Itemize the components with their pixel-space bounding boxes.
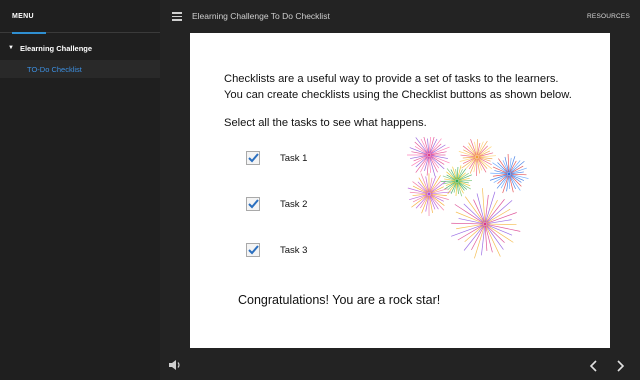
- checkmark-icon: [247, 199, 259, 209]
- instruction-text: Select all the tasks to see what happens…: [224, 117, 427, 129]
- firework-burst: [440, 165, 473, 197]
- caret-down-icon: ▼: [8, 45, 14, 51]
- intro-line-1: Checklists are a useful way to provide a…: [224, 73, 559, 85]
- intro-line-2: You can create checklists using the Chec…: [224, 89, 572, 101]
- task-label: Task 1: [280, 152, 308, 164]
- checkmark-icon: [247, 153, 259, 163]
- main-area: Elearning Challenge To Do Checklist RESO…: [160, 0, 640, 380]
- sidebar-section-label: Elearning Challenge: [19, 43, 93, 53]
- congratulations-message: Congratulations! You are a rock star!: [238, 293, 441, 307]
- firework-burst: [451, 188, 521, 259]
- task-label: Task 3: [280, 244, 308, 256]
- resources-button[interactable]: RESOURCES: [587, 13, 630, 20]
- task-1-checkbox-row[interactable]: Task 1: [246, 151, 307, 165]
- task-2-checkbox-row[interactable]: Task 2: [246, 197, 307, 211]
- menu-label: MENU: [12, 12, 34, 20]
- checkmark-icon: [247, 245, 259, 255]
- firework-burst: [407, 173, 451, 217]
- sidebar-section-elearning-challenge[interactable]: ▼ Elearning Challenge: [0, 40, 160, 56]
- firework-burst: [407, 137, 450, 177]
- task-3-checkbox-row[interactable]: Task 3: [246, 243, 307, 257]
- intro-text: Checklists are a useful way to provide a…: [224, 71, 604, 103]
- firework-burst: [489, 154, 529, 194]
- menu-header: MENU: [0, 0, 160, 33]
- sidebar-item-label: TO-Do Checklist: [27, 64, 82, 74]
- sidebar-item-todo-checklist[interactable]: TO-Do Checklist: [0, 60, 160, 78]
- task-label: Task 2: [280, 198, 308, 210]
- volume-icon[interactable]: [168, 359, 182, 371]
- course-title: Elearning Challenge To Do Checklist: [192, 11, 330, 21]
- chevron-right-icon[interactable]: [614, 360, 626, 372]
- bottom-bar: [160, 352, 640, 380]
- chevron-left-icon[interactable]: [588, 360, 600, 372]
- checkbox-checked[interactable]: [246, 197, 260, 211]
- slide-canvas: Checklists are a useful way to provide a…: [190, 33, 610, 348]
- checkbox-checked[interactable]: [246, 151, 260, 165]
- fireworks-image: [407, 137, 529, 259]
- hamburger-icon[interactable]: [172, 12, 182, 21]
- sidebar: MENU ▼ Elearning Challenge TO-Do Checkli…: [0, 0, 160, 380]
- checkbox-checked[interactable]: [246, 243, 260, 257]
- top-bar: Elearning Challenge To Do Checklist RESO…: [160, 0, 640, 33]
- menu-accent-bar: [12, 32, 46, 34]
